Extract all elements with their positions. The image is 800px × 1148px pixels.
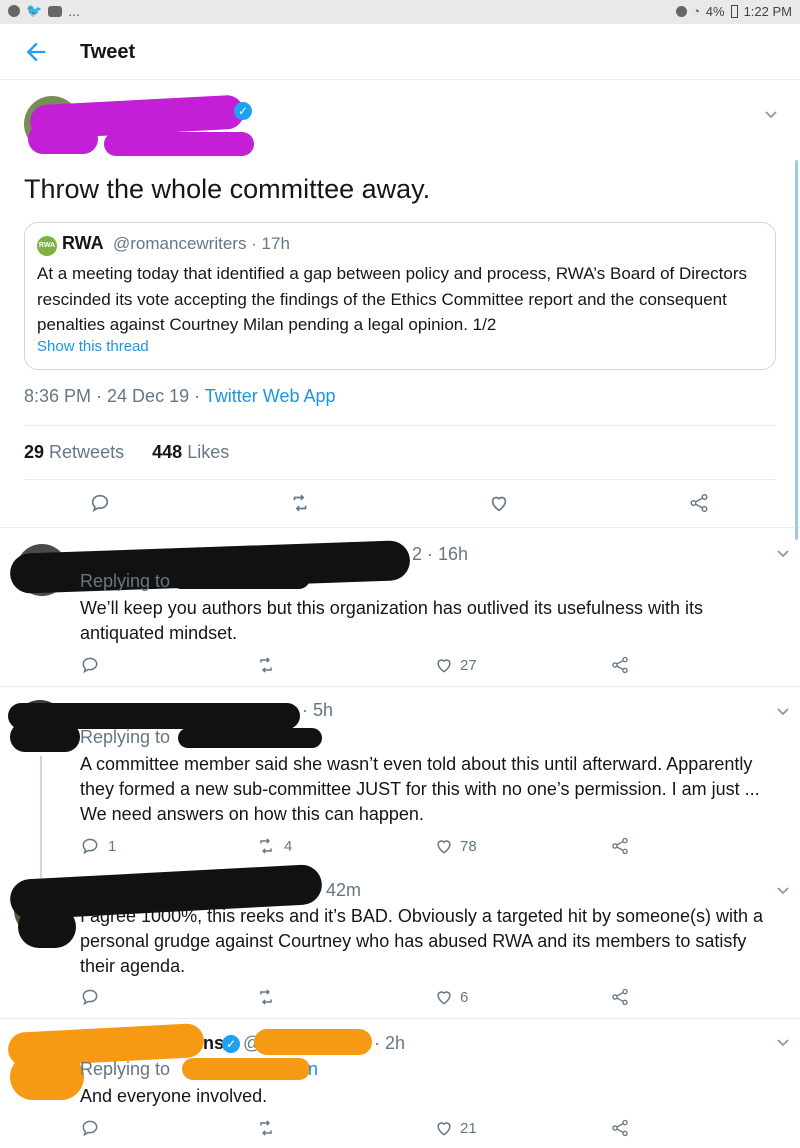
share-icon[interactable] (610, 987, 630, 1007)
top-bar: Tweet (0, 24, 800, 80)
redaction-mark (182, 1058, 310, 1080)
time-date: 8:36 PM · 24 Dec 19 · (24, 386, 205, 406)
retweet-icon[interactable] (256, 655, 276, 675)
quoted-tweet-text: At a meeting today that identified a gap… (37, 264, 747, 334)
retweet-icon[interactable] (256, 836, 276, 856)
back-arrow-icon[interactable] (22, 38, 50, 66)
likes-count[interactable]: 448 (152, 442, 182, 462)
divider (0, 1018, 800, 1019)
share-icon[interactable] (610, 836, 630, 856)
page-title: Tweet (80, 41, 136, 63)
reply-icon[interactable] (80, 836, 100, 856)
quoted-author-name: RWA (62, 233, 104, 253)
status-bar: 🐦 ... ◔ 4% 1:22 PM (0, 0, 800, 24)
replying-to-label: Replying to (80, 1059, 171, 1079)
like-heart-icon[interactable] (434, 987, 454, 1007)
battery-icon (730, 5, 738, 18)
divider (24, 479, 776, 480)
scrollbar[interactable] (795, 160, 798, 540)
reply-text: And everyone involved. (80, 1086, 268, 1106)
wifi-icon: ◔ (693, 5, 700, 18)
like-heart-icon[interactable] (434, 836, 454, 856)
thread-connector-line (40, 756, 42, 878)
battery-percent: 4% (705, 4, 725, 19)
reply-text: We’ll keep you authors but this organiza… (80, 598, 704, 643)
replying-to-label: Replying to (80, 727, 171, 747)
retweet-count: 4 (284, 838, 293, 855)
reply-time: · 2h (374, 1033, 406, 1053)
reply-time: 2 · 16h (412, 544, 469, 564)
chevron-down-icon[interactable] (764, 108, 778, 122)
retweets-count[interactable]: 29 (24, 442, 44, 462)
replying-handle-tail[interactable]: n (308, 1059, 318, 1080)
source-app-link[interactable]: Twitter Web App (205, 386, 336, 406)
like-count: 78 (460, 838, 477, 855)
quoted-tweet-card[interactable]: RWA RWA @romancewriters · 17h At a meeti… (24, 222, 776, 370)
divider (0, 527, 800, 528)
redaction-mark (170, 567, 310, 589)
like-count: 27 (460, 657, 477, 674)
redaction-mark (10, 1054, 84, 1100)
redaction-mark (28, 124, 98, 154)
retweet-icon[interactable] (256, 1118, 276, 1138)
divider (24, 425, 776, 426)
quoted-handle-time: @romancewriters · 17h (113, 234, 290, 253)
verified-badge-icon: ✓ (234, 102, 252, 120)
likes-label[interactable]: Likes (187, 442, 229, 462)
reply-time: · 5h (302, 700, 334, 720)
twitter-bird-icon: 🐦 (26, 3, 43, 18)
redaction-mark (178, 728, 322, 748)
replying-to-label: Replying to (80, 571, 171, 591)
reply-text: A committee member said she wasn’t even … (80, 754, 760, 824)
redaction-mark (104, 132, 254, 156)
youtube-icon (48, 5, 63, 17)
share-icon[interactable] (610, 655, 630, 675)
like-heart-icon[interactable] (434, 655, 454, 675)
chevron-down-icon[interactable] (776, 547, 790, 561)
reply-icon[interactable] (80, 655, 100, 675)
like-count: 21 (460, 1120, 477, 1137)
reply-icon[interactable] (89, 492, 111, 514)
reply-icon[interactable] (80, 987, 100, 1007)
like-heart-icon[interactable] (488, 492, 510, 514)
chevron-down-icon[interactable] (776, 884, 790, 898)
reply-name-fragment: ns (203, 1033, 225, 1053)
engagement-stats: 29 Retweets 448 Likes (24, 442, 229, 463)
rwa-logo-icon: RWA (37, 236, 57, 256)
status-more: ... (68, 3, 80, 19)
share-icon[interactable] (688, 492, 710, 514)
alarm-icon (676, 6, 688, 17)
tweet-text: Throw the whole committee away. (24, 174, 431, 204)
share-icon[interactable] (610, 1118, 630, 1138)
messenger-icon (8, 5, 20, 17)
reply-icon[interactable] (80, 1118, 100, 1138)
redaction-mark (254, 1029, 372, 1055)
reply-time: 42m (326, 880, 362, 900)
show-thread-link[interactable]: Show this thread (37, 338, 149, 355)
like-heart-icon[interactable] (434, 1118, 454, 1138)
like-count: 6 (460, 989, 469, 1006)
divider (0, 686, 800, 687)
verified-badge-icon: ✓ (222, 1035, 240, 1053)
redaction-mark (18, 906, 76, 948)
retweet-icon[interactable] (289, 492, 311, 514)
tweet-timestamp: 8:36 PM · 24 Dec 19 · Twitter Web App (24, 386, 336, 407)
reply-count: 1 (108, 838, 117, 855)
chevron-down-icon[interactable] (776, 1036, 790, 1050)
retweet-icon[interactable] (256, 987, 276, 1007)
retweets-label[interactable]: Retweets (49, 442, 124, 462)
redaction-mark (10, 722, 80, 752)
clock-time: 1:22 PM (743, 4, 792, 19)
reply-text: I agree 1000%, this reeks and it’s BAD. … (80, 906, 764, 976)
chevron-down-icon[interactable] (776, 705, 790, 719)
